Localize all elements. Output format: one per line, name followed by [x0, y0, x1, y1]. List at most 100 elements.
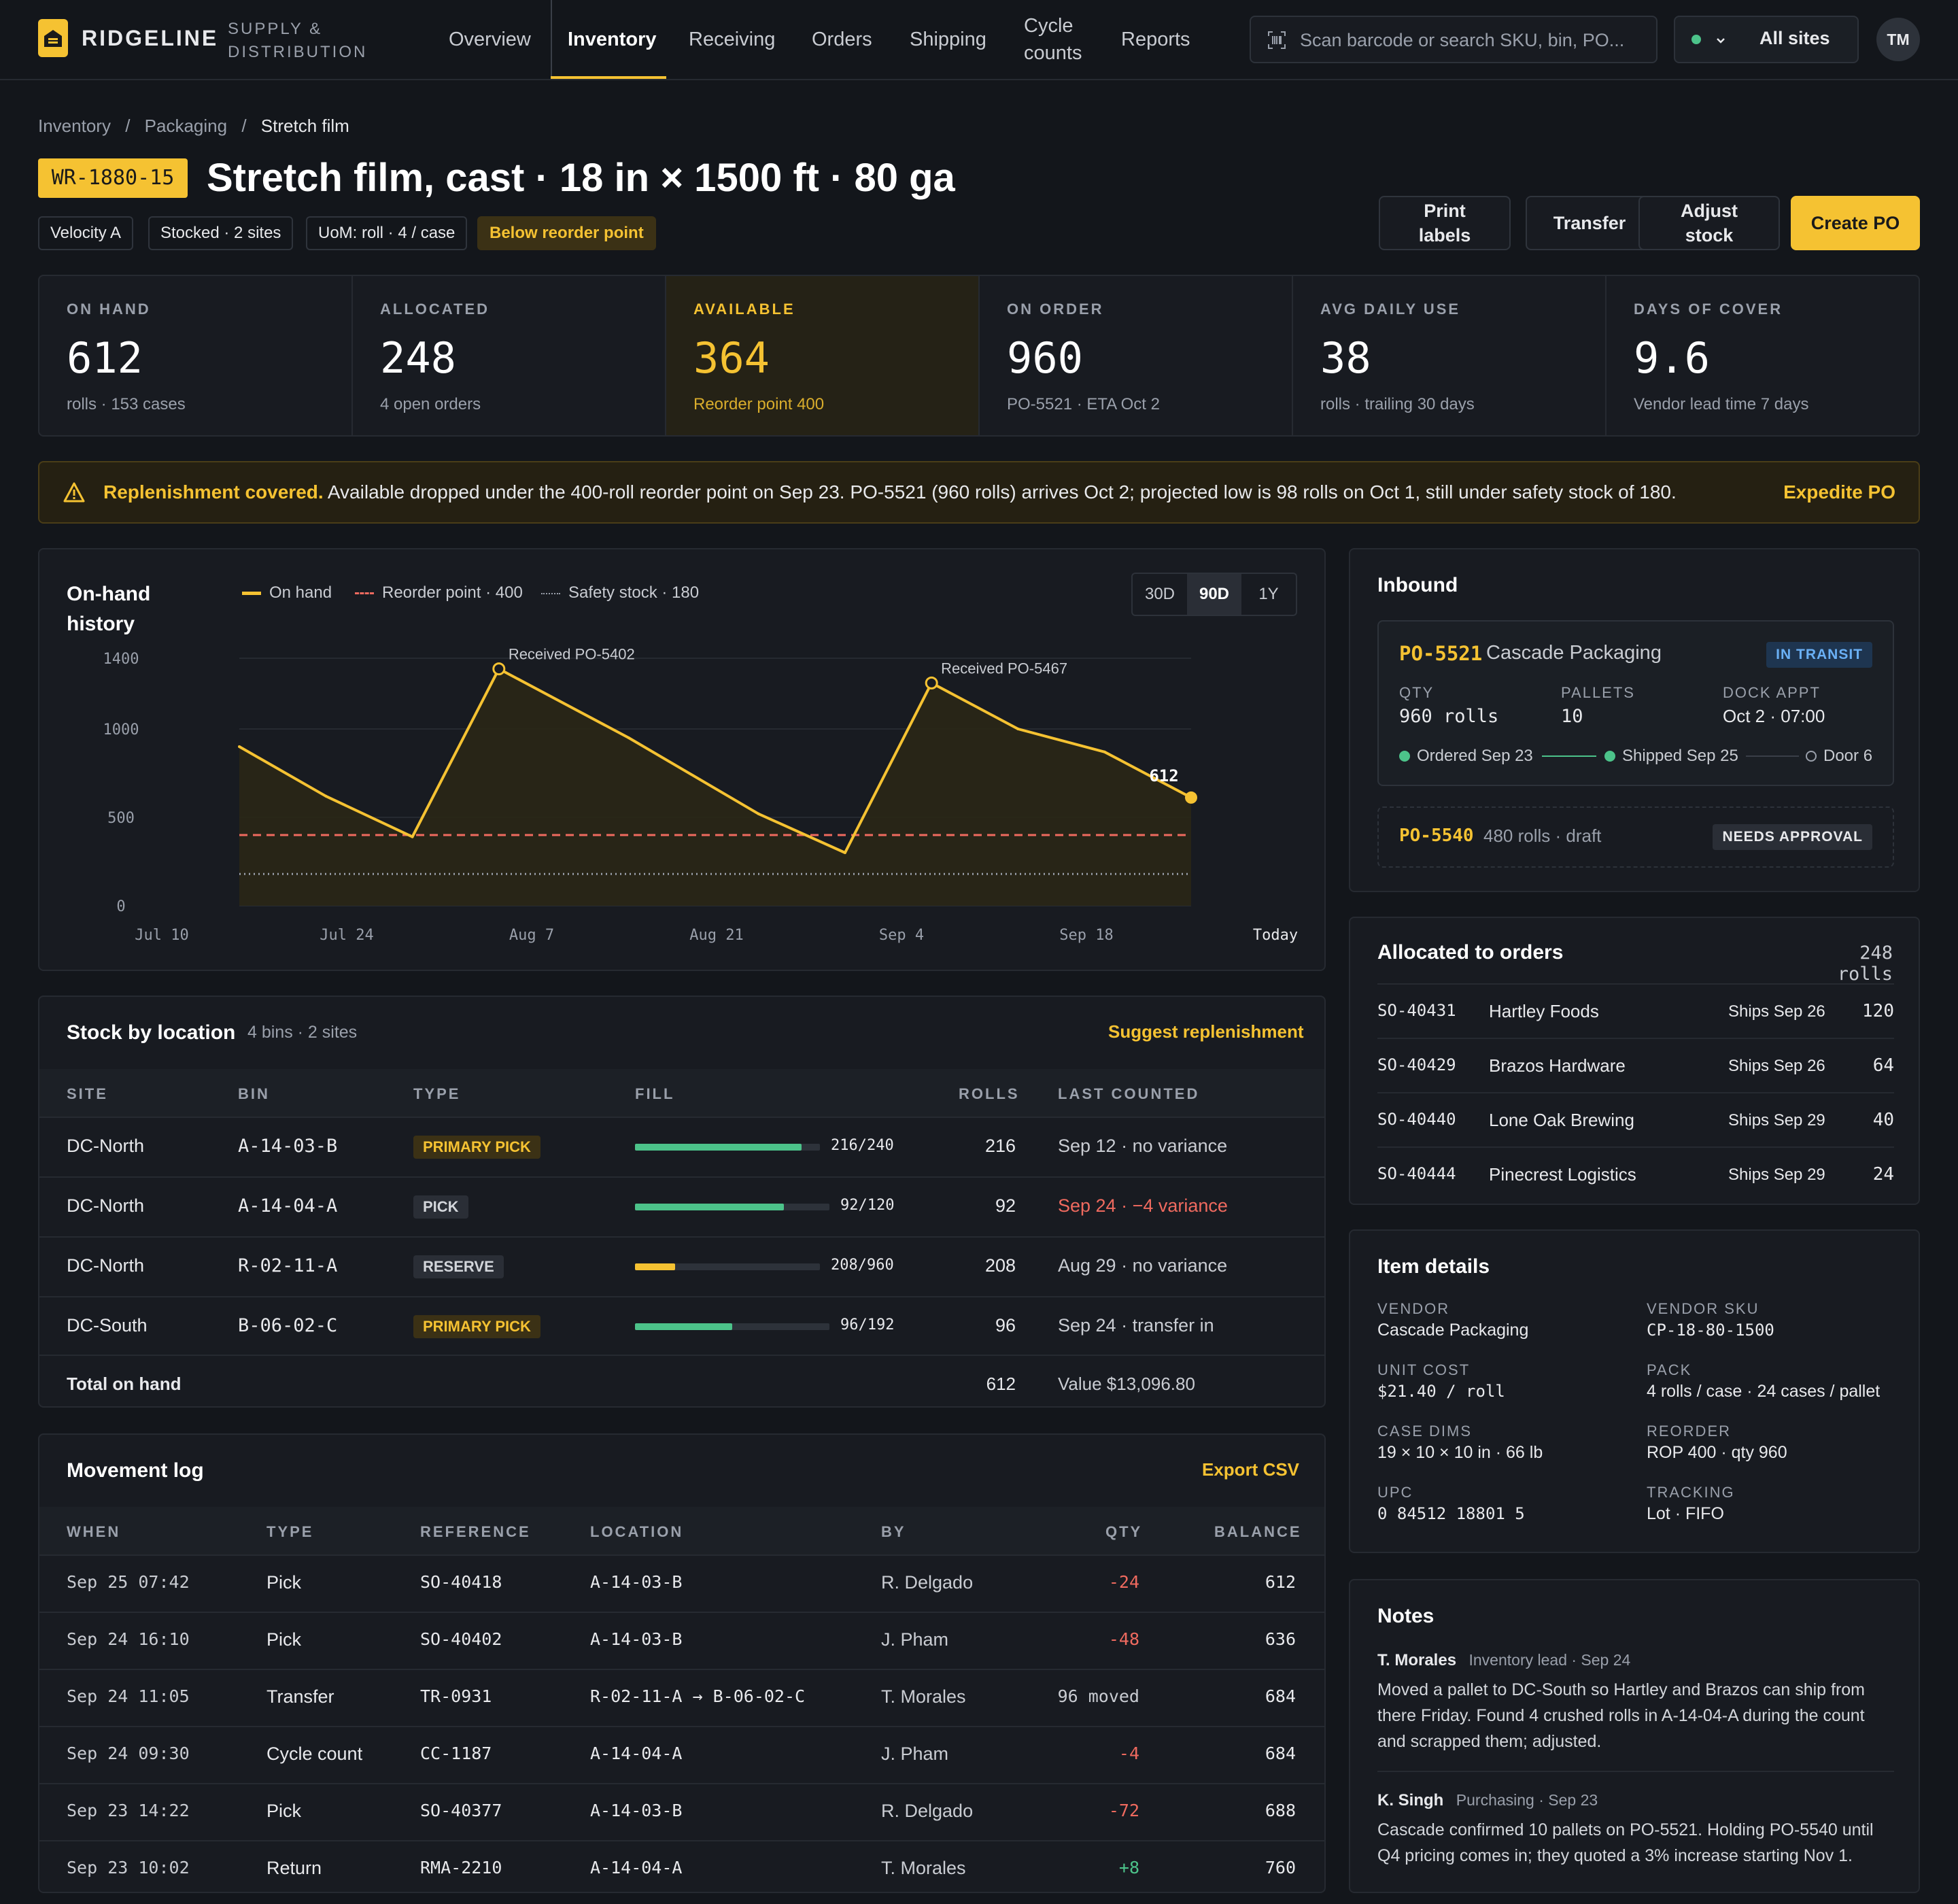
site-selector[interactable]: All sites [1674, 16, 1859, 63]
col-when: WHEN [67, 1523, 121, 1540]
stock-bin[interactable]: R-02-11-A [238, 1255, 337, 1276]
pallets-label: PALLETS [1561, 684, 1635, 701]
stock-site: DC-North [67, 1136, 145, 1156]
velocity-chip: Velocity A [38, 216, 134, 250]
move-type: Transfer [267, 1686, 334, 1707]
stock-bin[interactable]: B-06-02-C [238, 1315, 337, 1336]
create-po-button[interactable]: Create PO [1791, 196, 1920, 250]
stock-site: DC-North [67, 1195, 145, 1216]
kpi-strip: ON HAND 612 rolls · 153 cases ALLOCATED … [38, 275, 1920, 437]
col-reference: REFERENCE [420, 1523, 531, 1540]
nav-overview[interactable]: Overview [449, 26, 531, 53]
breadcrumb-inventory[interactable]: Inventory [38, 116, 111, 136]
x-tick-label: Today [1253, 927, 1298, 944]
draft-po-number[interactable]: PO-5540 [1399, 826, 1474, 846]
nav-active-indicator [551, 76, 666, 79]
sales-order-link[interactable]: SO-40431 [1377, 1001, 1456, 1020]
move-type: Pick [267, 1801, 302, 1821]
user-avatar[interactable]: TM [1876, 18, 1920, 61]
expedite-po-link[interactable]: Expedite PO [1783, 462, 1895, 522]
transfer-button[interactable]: Transfer [1526, 196, 1653, 250]
data-point [1103, 750, 1106, 753]
detail-label: CASE DIMS [1377, 1423, 1473, 1440]
inbound-dock: Oct 2 · 07:00 [1723, 706, 1825, 726]
range-90d[interactable]: 90D [1187, 574, 1241, 615]
move-by: T. Morales [881, 1686, 966, 1707]
inbound-po-number[interactable]: PO-5521 [1399, 642, 1482, 665]
receipt-marker [492, 662, 506, 676]
warehouse-logo-icon [38, 19, 68, 57]
move-qty: -4 [1118, 1744, 1139, 1763]
move-reference[interactable]: CC-1187 [420, 1744, 492, 1763]
nav-reports[interactable]: Reports [1121, 26, 1190, 53]
banner-text: Available dropped under the 400-roll reo… [327, 481, 1677, 503]
move-balance: 612 [1265, 1572, 1296, 1592]
move-location: A-14-04-A [590, 1858, 683, 1877]
kpi-on-order: ON ORDER 960 PO-5521 · ETA Oct 2 [980, 276, 1293, 435]
site-status-dot [1691, 35, 1701, 44]
total-label: Total on hand [67, 1374, 182, 1394]
fill-text: 92/120 [840, 1197, 895, 1214]
stock-bin[interactable]: A-14-04-A [238, 1195, 337, 1217]
nav-divider [551, 0, 552, 79]
sales-order-link[interactable]: SO-40440 [1377, 1110, 1456, 1129]
inbound-po-card[interactable]: PO-5521 Cascade Packaging IN TRANSIT QTY… [1377, 620, 1894, 786]
col-type: TYPE [267, 1523, 314, 1540]
move-by: R. Delgado [881, 1572, 974, 1593]
page-title: Stretch film, cast · 18 in × 1500 ft · 8… [207, 156, 955, 200]
sales-order-link[interactable]: SO-40429 [1377, 1055, 1456, 1074]
inbound-qty: 960 rolls [1399, 706, 1499, 727]
note-text: Cascade confirmed 10 pallets on PO-5521.… [1377, 1820, 1874, 1865]
export-csv-link[interactable]: Export CSV [1202, 1459, 1299, 1480]
nav-orders[interactable]: Orders [812, 26, 872, 53]
current-point-marker [1185, 791, 1197, 804]
draft-po-row[interactable]: PO-5540 480 rolls · draft NEEDS APPROVAL [1377, 806, 1894, 868]
breadcrumb-packaging[interactable]: Packaging [145, 116, 227, 136]
move-reference[interactable]: RMA-2210 [420, 1858, 502, 1877]
move-balance: 760 [1265, 1858, 1296, 1877]
stock-bin[interactable]: A-14-03-B [238, 1136, 337, 1157]
move-reference[interactable]: SO-40377 [420, 1801, 502, 1820]
search-input[interactable] [1300, 27, 1640, 54]
detail-label: REORDER [1647, 1423, 1732, 1440]
step-ordered: Ordered Sep 23 [1417, 747, 1533, 765]
stock-meta: 4 bins · 2 sites [247, 1023, 358, 1042]
move-reference[interactable]: TR-0931 [420, 1686, 492, 1706]
fill-bar [635, 1204, 784, 1210]
allocated-customer: Brazos Hardware [1489, 1055, 1626, 1076]
x-tick-label: Jul 10 [135, 927, 188, 944]
detail-label: PACK [1647, 1361, 1692, 1378]
detail-value: 19 × 10 × 10 in · 66 lb [1377, 1443, 1543, 1462]
stocked-chip: Stocked · 2 sites [148, 216, 294, 250]
note-author: K. Singh [1377, 1791, 1444, 1809]
col-location: LOCATION [590, 1523, 684, 1540]
y-tick-label: 1000 [103, 721, 139, 738]
adjust-stock-button[interactable]: Adjust stock [1638, 196, 1780, 250]
move-location: A-14-03-B [590, 1629, 683, 1649]
range-30d[interactable]: 30D [1133, 574, 1187, 615]
col-fill: FILL [635, 1085, 675, 1102]
allocated-customer: Hartley Foods [1489, 1001, 1599, 1021]
nav-cycle-counts[interactable]: Cycle counts [1024, 12, 1092, 67]
move-when: Sep 24 16:10 [67, 1629, 190, 1649]
move-balance: 684 [1265, 1686, 1296, 1706]
move-qty: -48 [1108, 1629, 1139, 1649]
print-labels-button[interactable]: Print labels [1379, 196, 1511, 250]
brand-subtitle: SUPPLY & DISTRIBUTION [228, 20, 368, 61]
nav-inventory[interactable]: Inventory [568, 26, 657, 53]
move-reference[interactable]: SO-40402 [420, 1629, 502, 1649]
range-1y[interactable]: 1Y [1241, 574, 1296, 615]
col-qty: QTY [1105, 1523, 1143, 1540]
inbound-title: Inbound [1377, 574, 1458, 596]
note-meta: Purchasing · Sep 23 [1456, 1791, 1598, 1809]
step-ordered-dot [1399, 751, 1410, 762]
nav-receiving[interactable]: Receiving [689, 26, 775, 53]
step-door-dot [1806, 751, 1817, 762]
step-shipped-dot [1604, 751, 1615, 762]
nav-shipping[interactable]: Shipping [910, 26, 986, 53]
move-reference[interactable]: SO-40418 [420, 1572, 502, 1592]
allocated-ship-date: Ships Sep 26 [1728, 1002, 1825, 1021]
sales-order-link[interactable]: SO-40444 [1377, 1164, 1456, 1183]
suggest-replenishment-link[interactable]: Suggest replenishment [1108, 1021, 1304, 1042]
move-by: T. Morales [881, 1858, 966, 1878]
